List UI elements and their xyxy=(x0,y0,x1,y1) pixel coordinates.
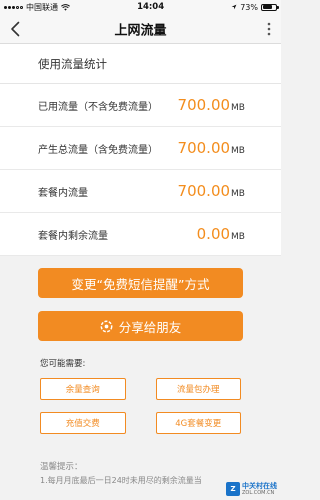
section-title: 使用流量统计 xyxy=(0,44,281,84)
more-menu-button[interactable] xyxy=(257,14,281,44)
status-left: 中国联通 xyxy=(4,2,70,13)
stat-number: 0.00 xyxy=(196,225,231,243)
location-icon xyxy=(231,4,237,10)
stat-unit: MB xyxy=(231,146,245,156)
section-gap xyxy=(0,256,281,268)
maybe-needed-title: 您可能需要: xyxy=(40,359,86,369)
back-button[interactable] xyxy=(0,14,30,44)
chevron-left-icon xyxy=(11,21,20,36)
share-icon xyxy=(100,320,113,332)
wifi-icon xyxy=(61,3,70,11)
carrier-name: 中国联通 xyxy=(26,2,58,12)
stat-row-used: 已用流量（不含免费流量） 700.00 MB xyxy=(0,84,281,127)
balance-query-button[interactable]: 余量查询 xyxy=(40,378,126,400)
stat-row-total: 产生总流量（含免费流量） 700.00 MB xyxy=(0,127,281,170)
stat-row-plan: 套餐内流量 700.00 MB xyxy=(0,170,281,213)
more-vertical-icon xyxy=(267,22,271,35)
stats-list: 已用流量（不含免费流量） 700.00 MB 产生总流量（含免费流量） 700.… xyxy=(0,84,281,256)
signal-icon xyxy=(4,5,23,9)
battery-icon xyxy=(261,3,279,11)
4g-plan-change-button[interactable]: 4G套餐变更 xyxy=(155,412,241,434)
stat-row-remaining: 套餐内剩余流量 0.00 MB xyxy=(0,213,281,256)
stat-value: 700.00 MB xyxy=(178,182,245,200)
stat-label: 已用流量（不含免费流量） xyxy=(38,101,158,113)
nav-bar: 上网流量 xyxy=(0,14,281,44)
stat-value: 700.00 MB xyxy=(178,139,245,157)
stat-number: 700.00 xyxy=(177,182,231,200)
data-package-button[interactable]: 流量包办理 xyxy=(155,378,241,400)
watermark-cn: 中关村在线 xyxy=(242,481,277,490)
stat-number: 700.00 xyxy=(177,96,231,114)
battery-percent: 73% xyxy=(240,2,258,12)
share-button[interactable]: 分享给朋友 xyxy=(38,311,243,341)
stat-label: 产生总流量（含免费流量） xyxy=(38,144,158,156)
stat-number: 700.00 xyxy=(177,139,231,157)
status-time: 14:04 xyxy=(137,2,165,12)
watermark: Z 中关村在线 ZOL.COM.CN xyxy=(226,482,277,496)
share-label: 分享给朋友 xyxy=(118,319,182,335)
stat-value: 0.00 MB xyxy=(197,225,245,243)
change-sms-reminder-label: 变更“免费短信提醒”方式 xyxy=(71,276,210,292)
status-bar: 中国联通 14:04 73% xyxy=(0,0,281,14)
stat-unit: MB xyxy=(231,103,245,113)
options-grid: 余量查询 流量包办理 充值交费 4G套餐变更 xyxy=(40,378,241,434)
zol-logo-icon: Z xyxy=(226,482,240,496)
watermark-en: ZOL.COM.CN xyxy=(242,489,275,496)
stat-unit: MB xyxy=(231,189,245,199)
page-title: 上网流量 xyxy=(114,23,167,38)
stat-label: 套餐内流量 xyxy=(38,187,88,199)
status-right: 73% xyxy=(231,2,279,12)
recharge-button[interactable]: 充值交费 xyxy=(40,412,126,434)
stat-unit: MB xyxy=(231,232,245,242)
tips-title: 温馨提示： xyxy=(40,462,83,472)
stat-value: 700.00 MB xyxy=(178,96,245,114)
stat-label: 套餐内剩余流量 xyxy=(38,230,108,242)
change-sms-reminder-button[interactable]: 变更“免费短信提醒”方式 xyxy=(38,268,243,298)
watermark-text: 中关村在线 ZOL.COM.CN xyxy=(242,481,277,496)
